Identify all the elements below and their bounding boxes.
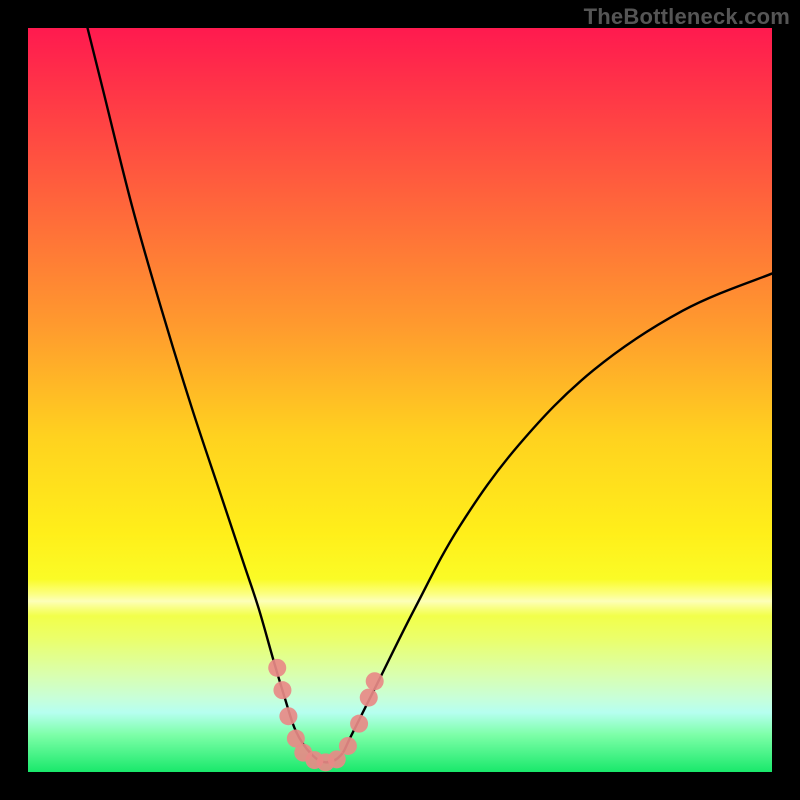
chart-svg: [28, 28, 772, 772]
curve-marker: [339, 737, 357, 755]
chart-frame: TheBottleneck.com: [0, 0, 800, 800]
watermark-label: TheBottleneck.com: [584, 4, 790, 30]
curve-marker: [273, 681, 291, 699]
plot-area: [28, 28, 772, 772]
bottleneck-curve: [88, 28, 772, 762]
curve-marker: [366, 672, 384, 690]
marker-group: [268, 659, 383, 771]
curve-marker: [350, 715, 368, 733]
curve-marker: [360, 689, 378, 707]
curve-marker: [279, 707, 297, 725]
curve-marker: [268, 659, 286, 677]
